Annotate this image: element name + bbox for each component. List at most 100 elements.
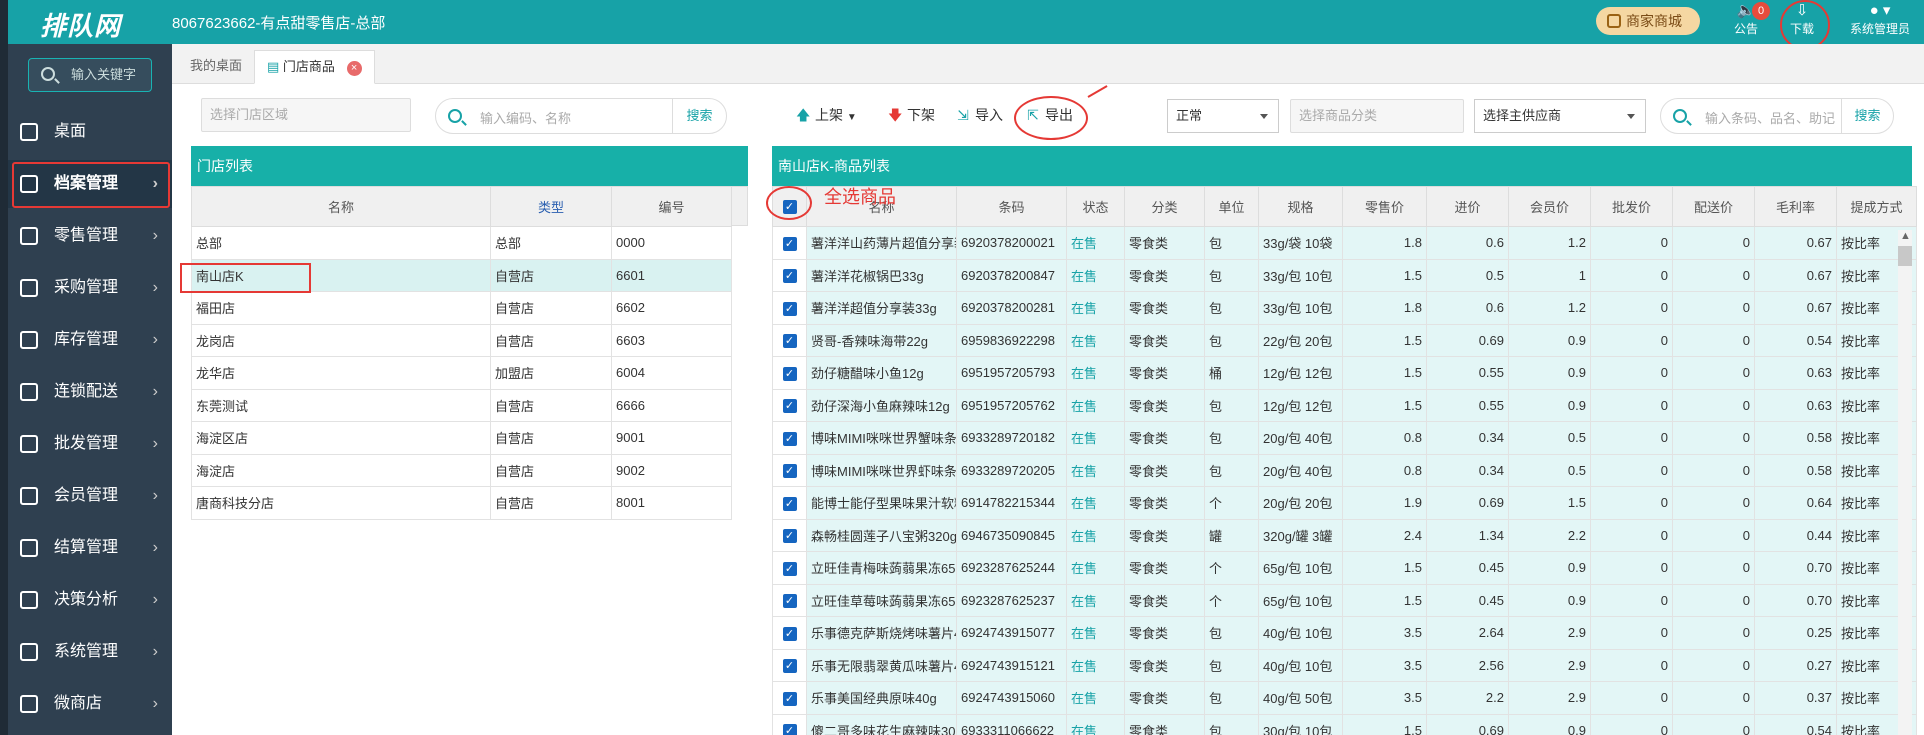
user-menu[interactable]: ● ▾ 系统管理员 — [1840, 2, 1920, 37]
row-select-cell[interactable]: ✓ — [772, 388, 807, 422]
goods-search-input[interactable]: 输入条码、品名、助记 — [1705, 108, 1835, 127]
supplier-select[interactable]: 选择主供应商 — [1474, 99, 1646, 133]
goods-row[interactable]: ✓ 薯洋洋花椒锅巴33g 6920378200847 在售 零食类包 33g/包 10包 1… — [772, 258, 1917, 292]
status-select[interactable]: 正常 — [1167, 99, 1279, 133]
sidebar-item[interactable]: 会员管理 › — [8, 472, 172, 520]
row-select-cell[interactable]: ✓ — [772, 258, 807, 292]
row-checkbox[interactable]: ✓ — [782, 269, 797, 284]
goods-row[interactable]: ✓ 立旺佳草莓味蒟蒻果冻65g 6923287625237 在售 零食类个 65g/包 1… — [772, 583, 1917, 617]
column-header[interactable]: 会员价 — [1508, 186, 1591, 227]
category-select[interactable]: 选择商品分类 — [1290, 99, 1464, 133]
sidebar-search-input[interactable]: 输入关键字 — [28, 58, 152, 92]
goods-search-button[interactable]: 搜索 — [1841, 99, 1893, 133]
column-header[interactable]: 零售价 — [1342, 186, 1427, 227]
column-header[interactable]: 分类 — [1124, 186, 1205, 227]
column-header[interactable]: 进价 — [1426, 186, 1509, 227]
goods-row[interactable]: ✓ 薯洋洋山药薄片超值分享装 6920378200021 在售 零食类包 33g/袋 10… — [772, 226, 1917, 260]
column-header[interactable]: 毛利率 — [1754, 186, 1837, 227]
row-checkbox[interactable]: ✓ — [782, 399, 797, 414]
row-select-cell[interactable]: ✓ — [772, 453, 807, 487]
column-header[interactable]: 规格 — [1258, 186, 1343, 227]
column-header[interactable]: 单位 — [1204, 186, 1259, 227]
goods-table-scrollbar[interactable]: ▲ — [1898, 230, 1912, 735]
store-row[interactable]: 东莞测试 自营店 6666 — [191, 388, 732, 422]
row-checkbox[interactable]: ✓ — [782, 561, 797, 576]
store-row[interactable]: 唐商科技分店 自营店 8001 — [191, 486, 732, 520]
sidebar-item[interactable]: 连锁配送 › — [8, 368, 172, 416]
store-row[interactable]: 福田店 自营店 6602 — [191, 291, 732, 325]
row-select-cell[interactable]: ✓ — [772, 421, 807, 455]
shelf-on-button[interactable]: 🡅 上架 ▼ — [796, 105, 857, 129]
goods-row[interactable]: ✓ 乐事美国经典原味40g 6924743915060 在售 零食类包 40g/包 50包… — [772, 681, 1917, 715]
goods-row[interactable]: ✓ 博味MIMI咪咪世界虾味条 6933289720205 在售 零食类包 20g/包 4… — [772, 453, 1917, 487]
row-select-cell[interactable]: ✓ — [772, 648, 807, 682]
column-header[interactable]: 类型 — [490, 186, 612, 227]
column-header[interactable]: 名称 — [191, 186, 491, 227]
goods-row[interactable]: ✓ 森畅桂圆莲子八宝粥320g 6946735090845 在售 零食类罐 320g/罐 … — [772, 518, 1917, 552]
column-header[interactable]: 配送价 — [1672, 186, 1755, 227]
sidebar-item[interactable]: 批发管理 › — [8, 420, 172, 468]
store-search-button[interactable]: 搜索 — [672, 99, 726, 133]
store-row[interactable]: 总部 总部 0000 — [191, 226, 732, 260]
row-checkbox[interactable]: ✓ — [782, 236, 797, 251]
goods-row[interactable]: ✓ 立旺佳青梅味蒟蒻果冻65g 6923287625244 在售 零食类个 65g/包 1… — [772, 551, 1917, 585]
row-checkbox[interactable]: ✓ — [782, 626, 797, 641]
sidebar-item[interactable]: 零售管理 › — [8, 212, 172, 260]
row-select-cell[interactable]: ✓ — [772, 518, 807, 552]
goods-row[interactable]: ✓ 博味MIMI咪咪世界蟹味条 6933289720182 在售 零食类包 20g/包 4… — [772, 421, 1917, 455]
row-checkbox[interactable]: ✓ — [782, 301, 797, 316]
sidebar-item[interactable]: 微商店 › — [8, 680, 172, 728]
sidebar-item[interactable]: 库存管理 › — [8, 316, 172, 364]
row-select-cell[interactable]: ✓ — [772, 616, 807, 650]
store-row[interactable]: 龙岗店 自营店 6603 — [191, 323, 732, 357]
scrollbar-thumb[interactable] — [1898, 246, 1912, 266]
shelf-off-button[interactable]: 🡇 下架 — [888, 105, 935, 129]
row-select-cell[interactable]: ✓ — [772, 486, 807, 520]
scroll-up-icon[interactable]: ▲ — [1900, 230, 1911, 242]
row-select-cell[interactable]: ✓ — [772, 681, 807, 715]
row-checkbox[interactable]: ✓ — [782, 691, 797, 706]
row-checkbox[interactable]: ✓ — [782, 431, 797, 446]
store-row[interactable]: 龙华店 加盟店 6004 — [191, 356, 732, 390]
row-checkbox[interactable]: ✓ — [782, 334, 797, 349]
row-checkbox[interactable]: ✓ — [782, 464, 797, 479]
store-row[interactable]: 海淀店 自营店 9002 — [191, 453, 732, 487]
row-select-cell[interactable]: ✓ — [772, 551, 807, 585]
row-select-cell[interactable]: ✓ — [772, 226, 807, 260]
goods-row[interactable]: ✓ 乐事德克萨斯烧烤味薯片40g6924743915077在售零食类包40g/包 … — [772, 616, 1917, 650]
sidebar-item[interactable]: 桌面 — [8, 108, 172, 156]
sidebar-item[interactable]: 系统管理 › — [8, 628, 172, 676]
goods-row[interactable]: ✓ 乐事无限翡翠黄瓜味薯片40g6924743915121在售零食类包40g/包 … — [772, 648, 1917, 682]
row-select-cell[interactable]: ✓ — [772, 291, 807, 325]
row-select-cell[interactable]: ✓ — [772, 583, 807, 617]
row-checkbox[interactable]: ✓ — [782, 594, 797, 609]
sidebar-item[interactable]: 结算管理 › — [8, 524, 172, 572]
column-header[interactable]: 提成方式 — [1836, 186, 1917, 227]
goods-row[interactable]: ✓ 贤哥-香辣味海带22g 6959836922298 在售 零食类包 22g/包 20包… — [772, 323, 1917, 357]
goods-row[interactable]: ✓ 傻二哥多味花生麻辣味30g 6933311066622 在售 零食类包 30g/包 1… — [772, 713, 1917, 735]
import-button[interactable]: ⇲ 导入 — [956, 105, 1003, 125]
tab-my-desktop[interactable]: 我的桌面 — [178, 50, 254, 84]
column-header[interactable]: 条码 — [956, 186, 1067, 227]
store-row[interactable]: 海淀区店 自营店 9001 — [191, 421, 732, 455]
row-checkbox[interactable]: ✓ — [782, 529, 797, 544]
tab-store-goods[interactable]: ▤ 门店商品 × — [254, 50, 375, 84]
row-checkbox[interactable]: ✓ — [782, 659, 797, 674]
goods-row[interactable]: ✓ 劲仔糖醋味小鱼12g 6951957205793 在售 零食类桶 12g/包 12包 1… — [772, 356, 1917, 390]
row-checkbox[interactable]: ✓ — [782, 724, 797, 735]
row-select-cell[interactable]: ✓ — [772, 713, 807, 735]
sidebar-item[interactable]: 采购管理 › — [8, 264, 172, 312]
column-header[interactable]: 批发价 — [1590, 186, 1673, 227]
goods-row[interactable]: ✓ 能博士能仔型果味果汁软糖 6914782215344 在售 零食类个 20g/包 20… — [772, 486, 1917, 520]
column-header[interactable]: 状态 — [1066, 186, 1125, 227]
row-select-cell[interactable]: ✓ — [772, 323, 807, 357]
store-area-select[interactable]: 选择门店区域 — [201, 98, 411, 132]
merchant-mall-button[interactable]: 商家商城 — [1596, 7, 1700, 35]
row-checkbox[interactable]: ✓ — [782, 496, 797, 511]
goods-row[interactable]: ✓ 薯洋洋超值分享装33g 6920378200281 在售 零食类包 33g/包 10包… — [772, 291, 1917, 325]
row-checkbox[interactable]: ✓ — [782, 366, 797, 381]
goods-row[interactable]: ✓ 劲仔深海小鱼麻辣味12g 6951957205762 在售 零食类包 12g/包 12… — [772, 388, 1917, 422]
close-icon[interactable]: × — [346, 61, 362, 76]
row-select-cell[interactable]: ✓ — [772, 356, 807, 390]
column-header[interactable]: 编号 — [611, 186, 732, 227]
